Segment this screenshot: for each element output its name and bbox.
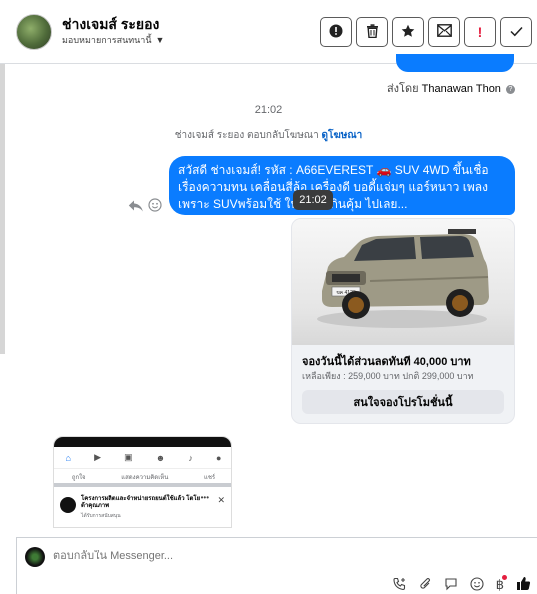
like-action: ถูกใจ <box>71 475 86 481</box>
sent-by-name: Thanawan Thon <box>421 83 501 95</box>
ad-reply-text: ช่างเจมส์ ระยอง ตอบกลับโฆษณา <box>174 130 319 141</box>
video-icon: ▶ <box>94 452 102 462</box>
reserve-promotion-button[interactable]: สนใจจองโปรโมชั่นนี้ <box>302 390 504 414</box>
trash-icon <box>366 23 379 41</box>
saved-reply-icon[interactable] <box>444 577 458 594</box>
assign-label: มอบหมายการสนทนานี้ <box>62 35 152 45</box>
previous-sent-message-bubble[interactable] <box>396 54 514 72</box>
thumbs-up-icon[interactable] <box>516 576 531 594</box>
page-avatar <box>60 497 76 513</box>
message-timestamp: 21:02 <box>254 104 283 116</box>
sent-by-label: ส่งโดย Thanawan Thon ? <box>387 79 515 97</box>
close-icon: ✕ <box>217 495 225 505</box>
suv-image[interactable]: ขค 4123 <box>292 219 514 345</box>
more-options-icon: ••• <box>200 493 209 502</box>
info-icon[interactable]: ? <box>506 84 515 94</box>
post-sponsored-label: ได้รับการสนับสนุน <box>81 513 121 519</box>
sponsored-post-preview: โครงการผลิตและจำหน่ายรถยนต์ใช้แล้ว โตโยต… <box>60 493 227 527</box>
post-title: โครงการผลิตและจำหน่ายรถยนต์ใช้แล้ว โตโยต… <box>81 496 201 509</box>
post-action-bar: ถูกใจ แสดงความคิดเห็น แชร์ <box>54 471 231 487</box>
marketplace-icon: ▣ <box>124 452 133 462</box>
view-ad-link[interactable]: ดูโฆษณา <box>321 130 362 141</box>
contact-avatar[interactable] <box>16 14 52 50</box>
mark-unread-button[interactable] <box>428 17 460 47</box>
done-button[interactable] <box>500 17 532 47</box>
add-contact-call-icon[interactable] <box>393 577 407 594</box>
phone-status-bar <box>54 437 231 447</box>
assign-conversation-dropdown[interactable]: มอบหมายการสนทนานี้ ▼ <box>62 33 164 47</box>
sent-by-prefix: ส่งโดย <box>386 83 419 95</box>
attachment-icon[interactable] <box>419 577 432 594</box>
reply-composer: ฿ <box>16 537 537 594</box>
shared-screenshot-image[interactable]: ⌂ ▶ ▣ ☻ ♪ ● ถูกใจ แสดงความคิดเห็น แชร์ โ… <box>53 436 232 528</box>
comment-action: แสดงความคิดเห็น <box>121 475 169 481</box>
ad-card[interactable]: ขค 4123 จองวันนี้ได้ส่วนลดทันที 40,000 บ… <box>291 218 515 424</box>
follow-up-button[interactable]: ! <box>464 17 496 47</box>
check-icon <box>509 24 523 40</box>
payment-icon[interactable]: ฿ <box>496 575 508 593</box>
mark-spam-button[interactable] <box>320 17 352 47</box>
bell-icon: ♪ <box>188 452 193 463</box>
home-icon: ⌂ <box>65 452 71 463</box>
chevron-down-icon: ▼ <box>155 35 165 45</box>
message-actions <box>128 198 162 215</box>
emoji-icon[interactable] <box>470 576 484 594</box>
conversation-panel: ช่างเจมส์ ระยอง มอบหมายการสนทนานี้ ▼ ! ส… <box>0 0 537 594</box>
ad-subtitle: เหลือเพียง : 259,000 บาท ปกติ 299,000 บา… <box>302 371 474 381</box>
facebook-nav-bar: ⌂ ▶ ▣ ☻ ♪ ● <box>54 447 231 469</box>
star-button[interactable] <box>392 17 424 47</box>
page-avatar <box>25 547 45 567</box>
emoji-reaction-icon[interactable] <box>148 198 162 215</box>
share-action: แชร์ <box>203 475 216 481</box>
envelope-icon <box>436 24 452 40</box>
received-ad-message-bubble[interactable]: สวัสดี ช่างเจมส์! รหัส : A66EVEREST 🚗 SU… <box>169 156 515 215</box>
groups-icon: ☻ <box>155 452 166 463</box>
time-tooltip: 21:02 <box>293 190 333 210</box>
profile-avatar-icon: ● <box>215 452 222 463</box>
reply-icon[interactable] <box>128 199 144 215</box>
star-icon <box>401 24 415 41</box>
composer-toolbar: ฿ <box>393 575 531 594</box>
exclamation-icon: ! <box>477 24 483 40</box>
ad-title: จองวันนี้ได้ส่วนลดทันที 40,000 บาท <box>302 356 471 368</box>
message-input[interactable] <box>53 550 353 562</box>
ad-reply-notice: ช่างเจมส์ ระยอง ตอบกลับโฆษณา ดูโฆษณา <box>0 128 537 143</box>
alert-circle-icon <box>329 24 343 41</box>
delete-button[interactable] <box>356 17 388 47</box>
